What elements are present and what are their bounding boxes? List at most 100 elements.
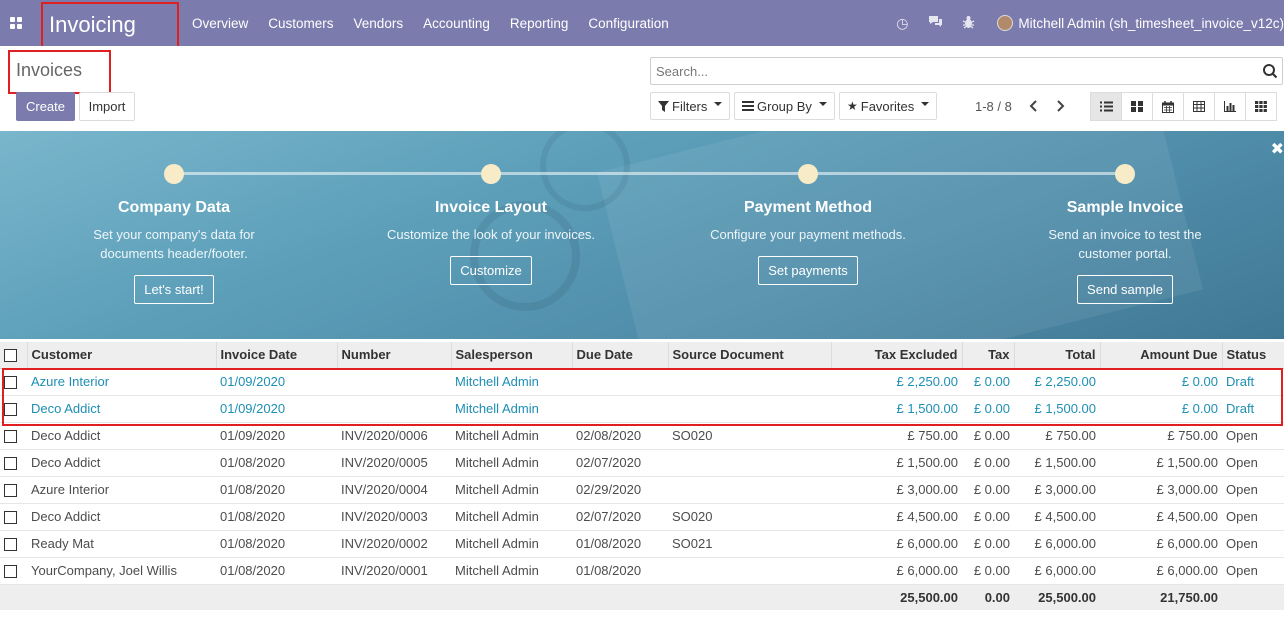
step-company-data: Company Data Set your company's data for… bbox=[44, 199, 304, 304]
col-amount-due[interactable]: Amount Due bbox=[1099, 342, 1222, 369]
step-sample-invoice: Sample Invoice Send an invoice to test t… bbox=[995, 199, 1255, 304]
row-checkbox[interactable] bbox=[0, 422, 27, 450]
user-name: Mitchell Admin (sh_timesheet_invoice_v12… bbox=[1018, 15, 1284, 31]
cell-status: Open bbox=[1222, 530, 1284, 558]
cell-customer: Deco Addict bbox=[27, 449, 216, 477]
cell-due-date: 02/29/2020 bbox=[572, 476, 668, 504]
cell-due-date: 01/08/2020 bbox=[572, 557, 668, 585]
step-title: Company Data bbox=[117, 199, 231, 216]
cell-due-date bbox=[572, 395, 668, 423]
calendar-view-icon[interactable] bbox=[1152, 92, 1184, 121]
customize-button[interactable]: Customize bbox=[450, 256, 532, 285]
cell-tax-excluded: £ 1,500.00 bbox=[831, 395, 962, 423]
apps-menu-icon[interactable] bbox=[0, 0, 32, 46]
create-button[interactable]: Create bbox=[16, 92, 75, 121]
user-menu[interactable]: Mitchell Admin (sh_timesheet_invoice_v12… bbox=[997, 15, 1284, 31]
menu-vendors[interactable]: Vendors bbox=[354, 16, 404, 31]
cell-number: INV/2020/0002 bbox=[337, 530, 451, 558]
menu-customers[interactable]: Customers bbox=[268, 16, 333, 31]
cell-tax-excluded: £ 6,000.00 bbox=[831, 530, 962, 558]
row-checkbox[interactable] bbox=[0, 476, 27, 504]
table-header: Customer Invoice Date Number Salesperson… bbox=[0, 342, 1284, 369]
cell-number: INV/2020/0005 bbox=[337, 449, 451, 477]
clock-icon[interactable]: ◷ bbox=[892, 15, 912, 32]
cell-source-document: SO020 bbox=[668, 422, 831, 450]
list-view-icon[interactable] bbox=[1090, 92, 1122, 121]
pivot-view-icon[interactable] bbox=[1183, 92, 1215, 121]
cell-tax-excluded: £ 3,000.00 bbox=[831, 476, 962, 504]
favorites-button[interactable]: ★ Favorites bbox=[839, 92, 938, 120]
col-total[interactable]: Total bbox=[1013, 342, 1100, 369]
set-payments-button[interactable]: Set payments bbox=[758, 256, 858, 285]
col-customer[interactable]: Customer bbox=[26, 342, 216, 369]
col-tax-excluded[interactable]: Tax Excluded bbox=[830, 342, 962, 369]
search-icon[interactable] bbox=[1262, 63, 1278, 79]
table-row[interactable]: Deco Addict 01/08/2020 INV/2020/0003 Mitche… bbox=[0, 503, 1284, 531]
select-all-checkbox[interactable] bbox=[0, 342, 27, 369]
cell-tax: £ 0.00 bbox=[962, 503, 1014, 531]
cell-invoice-date: 01/08/2020 bbox=[216, 503, 337, 531]
cell-status: Open bbox=[1222, 422, 1284, 450]
menu-configuration[interactable]: Configuration bbox=[588, 16, 668, 31]
row-checkbox[interactable] bbox=[0, 368, 27, 396]
search-input[interactable]: Search... bbox=[650, 57, 1283, 85]
graph-view-icon[interactable] bbox=[1214, 92, 1246, 121]
table-row[interactable]: Azure Interior 01/09/2020 Mitchell Admin £ … bbox=[0, 368, 1284, 396]
col-tax[interactable]: Tax bbox=[961, 342, 1014, 369]
import-button[interactable]: Import bbox=[79, 92, 135, 121]
menu-overview[interactable]: Overview bbox=[192, 16, 248, 31]
table-row[interactable]: Deco Addict 01/09/2020 INV/2020/0006 Mitche… bbox=[0, 422, 1284, 450]
app-title[interactable]: Invoicing bbox=[41, 2, 179, 48]
cell-invoice-date: 01/08/2020 bbox=[216, 449, 337, 477]
pager-value[interactable]: 1-8 / 8 bbox=[975, 99, 1012, 114]
cell-total: £ 6,000.00 bbox=[1014, 557, 1100, 585]
cell-number: INV/2020/0001 bbox=[337, 557, 451, 585]
row-checkbox[interactable] bbox=[0, 557, 27, 585]
row-checkbox[interactable] bbox=[0, 395, 27, 423]
col-source-document[interactable]: Source Document bbox=[667, 342, 831, 369]
col-due-date[interactable]: Due Date bbox=[571, 342, 668, 369]
chevron-left-icon[interactable] bbox=[1027, 100, 1039, 112]
row-checkbox[interactable] bbox=[0, 449, 27, 477]
cell-tax: £ 0.00 bbox=[962, 449, 1014, 477]
close-icon[interactable]: ✖ bbox=[1271, 139, 1284, 159]
col-invoice-date[interactable]: Invoice Date bbox=[215, 342, 337, 369]
bug-icon[interactable] bbox=[958, 15, 978, 32]
send-sample-button[interactable]: Send sample bbox=[1077, 275, 1173, 304]
menu-reporting[interactable]: Reporting bbox=[510, 16, 569, 31]
step-title: Sample Invoice bbox=[1066, 199, 1184, 216]
lets-start-button[interactable]: Let's start! bbox=[134, 275, 214, 304]
cell-number: INV/2020/0003 bbox=[337, 503, 451, 531]
chat-icon[interactable] bbox=[925, 15, 945, 31]
step-desc: customer portal. bbox=[1078, 246, 1172, 261]
cell-customer: Azure Interior bbox=[27, 368, 216, 396]
chevron-right-icon[interactable] bbox=[1055, 100, 1067, 112]
row-checkbox[interactable] bbox=[0, 530, 27, 558]
cell-tax: £ 0.00 bbox=[962, 476, 1014, 504]
cell-due-date: 02/07/2020 bbox=[572, 449, 668, 477]
menu-accounting[interactable]: Accounting bbox=[423, 16, 490, 31]
table-row[interactable]: YourCompany, Joel Willis 01/08/2020 INV/20… bbox=[0, 557, 1284, 585]
col-salesperson[interactable]: Salesperson bbox=[450, 342, 572, 369]
grid-view-icon[interactable] bbox=[1245, 92, 1277, 121]
cell-status: Open bbox=[1222, 449, 1284, 477]
col-status[interactable]: Status bbox=[1221, 342, 1284, 369]
kanban-view-icon[interactable] bbox=[1121, 92, 1153, 121]
cell-salesperson: Mitchell Admin bbox=[451, 557, 572, 585]
avatar bbox=[997, 15, 1014, 31]
cell-tax: £ 0.00 bbox=[962, 422, 1014, 450]
cell-source-document bbox=[668, 557, 831, 585]
table-row[interactable]: Azure Interior 01/08/2020 INV/2020/0004 Mit… bbox=[0, 476, 1284, 504]
filters-button[interactable]: Filters bbox=[650, 92, 731, 120]
cell-customer: Deco Addict bbox=[27, 395, 216, 423]
col-number[interactable]: Number bbox=[336, 342, 451, 369]
cell-invoice-date: 01/08/2020 bbox=[216, 557, 337, 585]
cell-salesperson: Mitchell Admin bbox=[451, 503, 572, 531]
groupby-button[interactable]: Group By bbox=[734, 92, 835, 120]
cell-amount-due: £ 6,000.00 bbox=[1100, 557, 1222, 585]
row-checkbox[interactable] bbox=[0, 503, 27, 531]
table-row[interactable]: Ready Mat 01/08/2020 INV/2020/0002 Mitchell… bbox=[0, 530, 1284, 558]
cell-salesperson: Mitchell Admin bbox=[451, 476, 572, 504]
table-row[interactable]: Deco Addict 01/09/2020 Mitchell Admin £ 1,5… bbox=[0, 395, 1284, 423]
table-row[interactable]: Deco Addict 01/08/2020 INV/2020/0005 Mitche… bbox=[0, 449, 1284, 477]
